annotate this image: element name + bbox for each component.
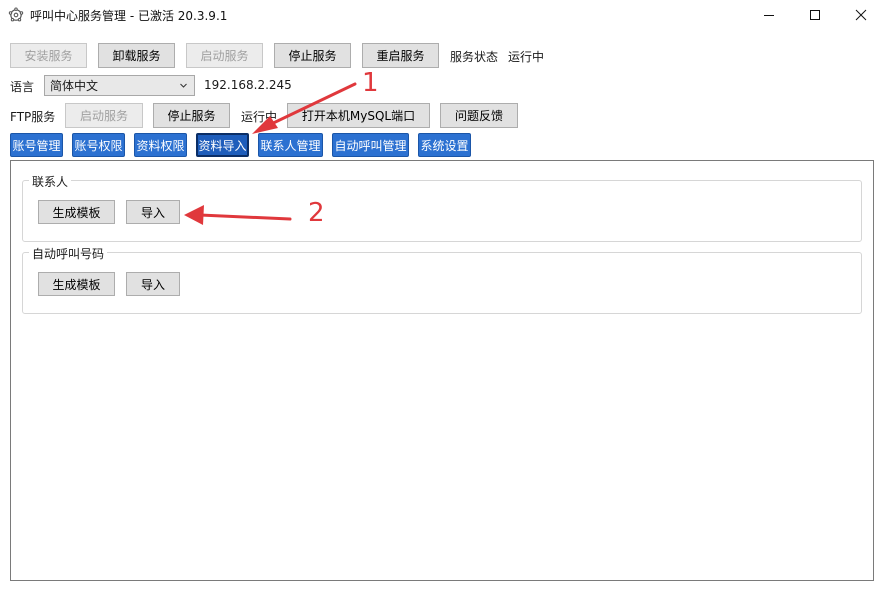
service-status-label: 服务状态 — [450, 50, 499, 64]
uninstall-service-button[interactable]: 卸载服务 — [98, 43, 175, 68]
language-select[interactable]: 简体中文 — [44, 75, 195, 96]
ip-address: 192.168.2.245 — [204, 78, 292, 92]
ftp-status-value: 运行中 — [241, 110, 278, 124]
maximize-button[interactable] — [792, 0, 838, 30]
language-label: 语言 — [10, 80, 35, 94]
data-import-panel: 联系人 生成模板 导入 自动呼叫号码 生成模板 导入 — [10, 160, 874, 581]
start-service-button[interactable]: 启动服务 — [186, 43, 263, 68]
ftp-service-label: FTP服务 — [10, 110, 56, 124]
annotation-number-1: 1 — [362, 68, 379, 98]
tab-data-import[interactable]: 资料导入 — [196, 133, 249, 157]
auto-call-generate-template-button[interactable]: 生成模板 — [38, 272, 115, 296]
tab-account-management[interactable]: 账号管理 — [10, 133, 63, 157]
tab-system-settings[interactable]: 系统设置 — [418, 133, 471, 157]
contacts-generate-template-button[interactable]: 生成模板 — [38, 200, 115, 224]
auto-call-group-title: 自动呼叫号码 — [29, 245, 108, 262]
contacts-group-title: 联系人 — [29, 173, 72, 190]
language-selected-value: 简体中文 — [50, 79, 99, 93]
contacts-group: 联系人 生成模板 导入 — [22, 173, 862, 242]
tab-data-permissions[interactable]: 资料权限 — [134, 133, 187, 157]
minimize-icon — [764, 15, 774, 16]
title-bar: 呼叫中心服务管理 - 已激活 20.3.9.1 — [0, 0, 884, 30]
stop-service-button[interactable]: 停止服务 — [274, 43, 351, 68]
ftp-stop-button[interactable]: 停止服务 — [153, 103, 230, 128]
chevron-down-icon — [180, 83, 187, 88]
feedback-button[interactable]: 问题反馈 — [440, 103, 518, 128]
ftp-start-button[interactable]: 启动服务 — [65, 103, 143, 128]
open-mysql-port-button[interactable]: 打开本机MySQL端口 — [287, 103, 430, 128]
close-button[interactable] — [838, 0, 884, 30]
window-title: 呼叫中心服务管理 - 已激活 20.3.9.1 — [30, 9, 228, 23]
annotation-number-2: 2 — [308, 198, 325, 228]
auto-call-import-button[interactable]: 导入 — [126, 272, 180, 296]
auto-call-group: 自动呼叫号码 生成模板 导入 — [22, 245, 862, 314]
tab-contact-management[interactable]: 联系人管理 — [258, 133, 323, 157]
service-status-value: 运行中 — [508, 50, 545, 64]
tab-auto-call-management[interactable]: 自动呼叫管理 — [332, 133, 409, 157]
contacts-import-button[interactable]: 导入 — [126, 200, 180, 224]
install-service-button[interactable]: 安装服务 — [10, 43, 87, 68]
maximize-icon — [810, 10, 820, 20]
minimize-button[interactable] — [746, 0, 792, 30]
restart-service-button[interactable]: 重启服务 — [362, 43, 439, 68]
gear-flower-icon — [8, 7, 24, 22]
close-icon — [855, 9, 867, 21]
tab-account-permissions[interactable]: 账号权限 — [72, 133, 125, 157]
